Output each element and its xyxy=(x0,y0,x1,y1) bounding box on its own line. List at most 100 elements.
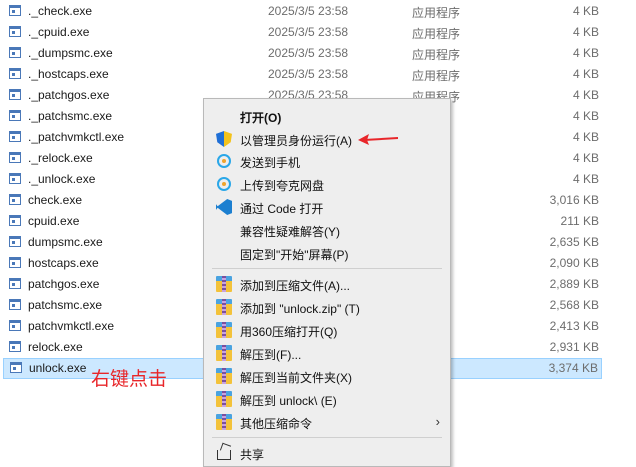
menu-item-run-as-admin[interactable]: 以管理员身份运行(A) xyxy=(204,128,450,150)
chevron-right-icon: › xyxy=(435,414,440,429)
archive-icon xyxy=(216,391,232,407)
menu-item-open-360[interactable]: 用360压缩打开(Q) xyxy=(204,319,450,341)
file-name: ._patchgos.exe xyxy=(28,88,110,102)
file-name: ._check.exe xyxy=(28,4,93,18)
file-name: ._hostcaps.exe xyxy=(28,67,109,81)
exe-file-icon xyxy=(9,215,21,226)
file-date: 2025/3/5 23:58 xyxy=(268,67,349,81)
red-arrow-icon xyxy=(358,134,398,145)
exe-file-icon xyxy=(9,257,21,268)
file-type: 应用程序 xyxy=(412,27,461,41)
archive-icon xyxy=(216,276,232,292)
file-size: 2,931 KB xyxy=(549,340,599,354)
file-size: 2,413 KB xyxy=(549,319,599,333)
file-size: 2,635 KB xyxy=(549,235,599,249)
menu-item-label: 兼容性疑难解答(Y) xyxy=(240,225,340,239)
file-size: 4 KB xyxy=(572,151,599,165)
file-size: 3,374 KB xyxy=(548,361,598,375)
file-row[interactable]: ._cpuid.exe 2025/3/5 23:58 应用程序 4 KB xyxy=(0,22,602,43)
menu-item-label: 通过 Code 打开 xyxy=(240,202,324,216)
menu-item-open-with-code[interactable]: 通过 Code 打开 xyxy=(204,196,450,218)
file-name: hostcaps.exe xyxy=(28,256,99,270)
menu-item-open[interactable]: 打开(O) xyxy=(204,105,450,127)
exe-file-icon xyxy=(9,299,21,310)
file-size: 4 KB xyxy=(572,67,599,81)
archive-icon xyxy=(216,322,232,338)
menu-item-label: 解压到当前文件夹(X) xyxy=(240,371,352,385)
file-type: 应用程序 xyxy=(412,69,461,83)
file-row[interactable]: ._check.exe 2025/3/5 23:58 应用程序 4 KB xyxy=(0,1,602,22)
menu-item-upload-cloud[interactable]: 上传到夸克网盘 xyxy=(204,173,450,195)
file-size: 2,090 KB xyxy=(549,256,599,270)
file-size: 4 KB xyxy=(572,172,599,186)
menu-item-compatibility[interactable]: 兼容性疑难解答(Y) xyxy=(204,219,450,241)
file-size: 4 KB xyxy=(572,109,599,123)
file-type: 应用程序 xyxy=(412,6,461,20)
file-size: 211 KB xyxy=(560,214,599,228)
file-size: 4 KB xyxy=(572,4,599,18)
file-date: 2025/3/5 23:58 xyxy=(268,25,349,39)
file-name: check.exe xyxy=(28,193,83,207)
menu-item-extract-to[interactable]: 解压到(F)... xyxy=(204,342,450,364)
archive-icon xyxy=(216,345,232,361)
file-name: patchvmkctl.exe xyxy=(28,319,115,333)
exe-file-icon xyxy=(9,152,21,163)
menu-separator xyxy=(212,437,442,438)
menu-item-add-archive[interactable]: 添加到压缩文件(A)... xyxy=(204,273,450,295)
menu-item-other-cmds[interactable]: 其他压缩命令 › xyxy=(204,411,450,433)
menu-item-label: 共享 xyxy=(240,448,265,462)
file-name: ._patchvmkctl.exe xyxy=(28,130,125,144)
menu-item-share[interactable]: 共享 xyxy=(204,442,450,464)
exe-file-icon xyxy=(9,47,21,58)
exe-file-icon xyxy=(10,362,22,373)
menu-item-label: 解压到(F)... xyxy=(240,348,302,362)
file-size: 4 KB xyxy=(572,88,599,102)
menu-item-label: 以管理员身份运行(A) xyxy=(240,134,352,148)
file-name: ._patchsmc.exe xyxy=(28,109,113,123)
file-name: dumpsmc.exe xyxy=(28,235,103,249)
archive-icon xyxy=(216,414,232,430)
menu-item-pin-start[interactable]: 固定到"开始"屏幕(P) xyxy=(204,242,450,264)
quark-cloud-icon xyxy=(217,177,231,191)
exe-file-icon xyxy=(9,110,21,121)
file-size: 2,889 KB xyxy=(549,277,599,291)
annotation-text: 右键点击 xyxy=(91,368,168,390)
exe-file-icon xyxy=(9,173,21,184)
exe-file-icon xyxy=(9,341,21,352)
menu-separator xyxy=(212,268,442,269)
file-name: cpuid.exe xyxy=(28,214,80,228)
menu-item-extract-here[interactable]: 解压到当前文件夹(X) xyxy=(204,365,450,387)
file-name: ._dumpsmc.exe xyxy=(28,46,113,60)
file-row[interactable]: ._dumpsmc.exe 2025/3/5 23:58 应用程序 4 KB xyxy=(0,43,602,64)
file-row[interactable]: ._hostcaps.exe 2025/3/5 23:58 应用程序 4 KB xyxy=(0,64,602,85)
file-name: ._unlock.exe xyxy=(28,172,96,186)
menu-item-label: 发送到手机 xyxy=(240,156,301,170)
file-size: 4 KB xyxy=(572,25,599,39)
menu-item-label: 打开(O) xyxy=(240,111,282,125)
file-name: ._relock.exe xyxy=(28,151,93,165)
menu-item-label: 用360压缩打开(Q) xyxy=(240,325,338,339)
archive-icon xyxy=(216,368,232,384)
file-date: 2025/3/5 23:58 xyxy=(268,46,349,60)
menu-item-label: 添加到压缩文件(A)... xyxy=(240,279,350,293)
exe-file-icon xyxy=(9,89,21,100)
context-menu: 打开(O) 以管理员身份运行(A) 发送到手机 上传到夸克网盘 通过 Code … xyxy=(203,98,451,467)
file-size: 4 KB xyxy=(572,130,599,144)
menu-item-extract-folder[interactable]: 解压到 unlock\ (E) xyxy=(204,388,450,410)
menu-item-send-to-phone[interactable]: 发送到手机 xyxy=(204,150,450,172)
file-size: 4 KB xyxy=(572,46,599,60)
menu-item-label: 其他压缩命令 xyxy=(240,417,313,431)
menu-item-label: 上传到夸克网盘 xyxy=(240,179,325,193)
exe-file-icon xyxy=(9,5,21,16)
file-size: 2,568 KB xyxy=(549,298,599,312)
vscode-icon xyxy=(216,199,232,215)
file-size: 3,016 KB xyxy=(549,193,599,207)
archive-icon xyxy=(216,299,232,315)
exe-file-icon xyxy=(9,320,21,331)
uac-shield-icon xyxy=(216,131,232,147)
file-name: patchsmc.exe xyxy=(28,298,103,312)
menu-item-label: 添加到 "unlock.zip" (T) xyxy=(240,302,360,316)
share-icon xyxy=(217,450,231,460)
menu-item-add-zip[interactable]: 添加到 "unlock.zip" (T) xyxy=(204,296,450,318)
file-name: ._cpuid.exe xyxy=(28,25,90,39)
